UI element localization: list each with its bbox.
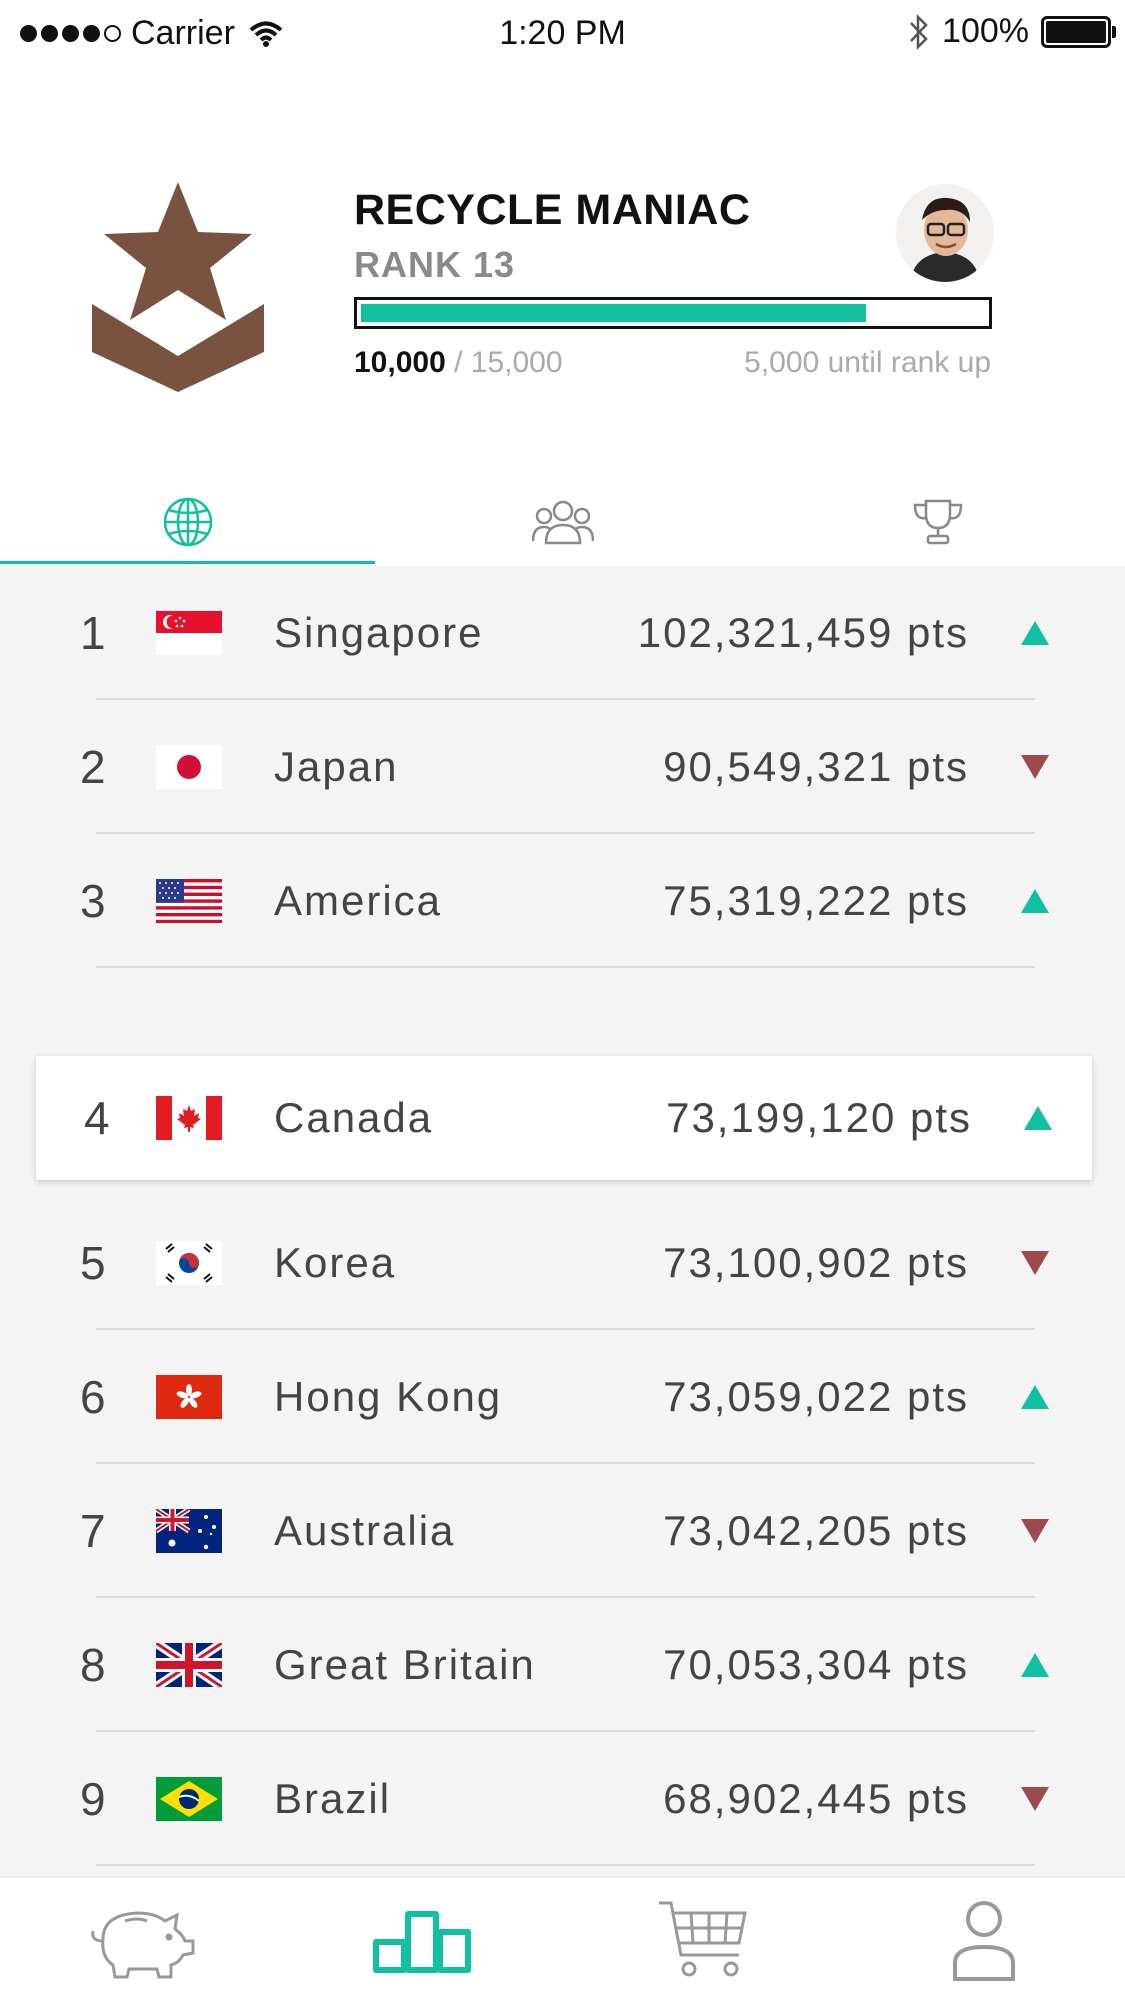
piggy-bank-icon xyxy=(90,1910,195,1978)
row-rank: 5 xyxy=(80,1237,106,1289)
battery-icon xyxy=(1041,15,1116,48)
trend-up-icon xyxy=(1021,621,1049,645)
tab-friends[interactable] xyxy=(375,480,750,564)
rank-title: RECYCLE MANIAC xyxy=(354,186,751,234)
row-score: 73,059,022 pts xyxy=(663,1373,969,1420)
korea-flag-icon xyxy=(156,1241,222,1285)
row-country: Brazil xyxy=(274,1775,392,1822)
nav-savings[interactable] xyxy=(0,1878,281,2003)
hong-kong-flag-icon xyxy=(156,1375,222,1419)
row-country: Japan xyxy=(274,743,399,790)
row-country: Australia xyxy=(274,1507,456,1554)
trend-down-icon xyxy=(1021,755,1049,779)
row-country: Canada xyxy=(274,1094,434,1141)
row-divider xyxy=(96,1864,1035,1866)
shopping-cart-icon xyxy=(659,1901,747,1976)
status-right: 100% xyxy=(908,12,1116,51)
row-rank: 2 xyxy=(80,741,106,793)
leaderboard-row-great-britain[interactable]: 8 Great Britain 70,053,304 pts xyxy=(0,1598,1125,1732)
leaderboard-list: 1 Singapore 102,321,459 pts 2 Japan 90,5… xyxy=(0,566,1125,1876)
points-total: / 15,000 xyxy=(454,346,563,379)
australia-flag-icon xyxy=(156,1509,222,1553)
row-rank: 4 xyxy=(84,1092,110,1144)
row-country: Singapore xyxy=(274,609,484,656)
tab-trophies[interactable] xyxy=(750,480,1125,564)
leaderboard-row-singapore[interactable]: 1 Singapore 102,321,459 pts xyxy=(0,566,1125,700)
leaderboard-row-canada-current[interactable]: 4 Canada 73,199,120 pts xyxy=(36,1056,1092,1180)
points-current: 10,000 xyxy=(354,346,446,379)
row-rank: 8 xyxy=(80,1639,106,1691)
row-rank: 7 xyxy=(80,1505,106,1557)
globe-icon xyxy=(163,497,212,547)
avatar[interactable] xyxy=(896,184,994,282)
leaderboard-row-brazil[interactable]: 9 Brazil 68,902,445 pts xyxy=(0,1732,1125,1866)
row-rank: 3 xyxy=(80,875,106,927)
leaderboard-row-hong-kong[interactable]: 6 Hong Kong 73,059,022 pts xyxy=(0,1330,1125,1464)
row-score: 102,321,459 pts xyxy=(637,609,969,656)
row-rank: 1 xyxy=(80,607,106,659)
canada-flag-icon xyxy=(156,1096,222,1140)
battery-percent: 100% xyxy=(942,12,1029,50)
singapore-flag-icon xyxy=(156,611,222,655)
row-country: Hong Kong xyxy=(274,1373,503,1420)
japan-flag-icon xyxy=(156,745,222,789)
row-score: 68,902,445 pts xyxy=(663,1775,969,1822)
usa-flag-icon xyxy=(156,879,222,923)
great-britain-flag-icon xyxy=(156,1643,222,1687)
trend-up-icon xyxy=(1021,889,1049,913)
row-country: Korea xyxy=(274,1239,397,1286)
row-score: 70,053,304 pts xyxy=(663,1641,969,1688)
row-score: 75,319,222 pts xyxy=(663,877,969,924)
trend-up-icon xyxy=(1021,1653,1049,1677)
leaderboard-tabs xyxy=(0,480,1125,564)
rank-badge-icon xyxy=(92,182,264,392)
bottom-nav xyxy=(0,1876,1125,2003)
until-rank-up: 5,000 until rank up xyxy=(744,346,991,379)
row-score: 73,100,902 pts xyxy=(663,1239,969,1286)
profile-icon xyxy=(953,1900,1016,1981)
user-avatar-icon xyxy=(896,184,994,282)
nav-shop[interactable] xyxy=(563,1878,844,2003)
leaderboard-icon xyxy=(372,1910,471,1973)
brazil-flag-icon xyxy=(156,1777,222,1821)
row-divider xyxy=(96,966,1035,968)
leaderboard-row-america[interactable]: 3 America 75,319,222 pts xyxy=(0,834,1125,968)
trend-down-icon xyxy=(1021,1787,1049,1811)
status-bar: Carrier 1:20 PM 100% xyxy=(0,0,1125,70)
rank-level: RANK 13 xyxy=(354,244,516,285)
nav-leaderboard[interactable] xyxy=(281,1878,562,2003)
bluetooth-icon xyxy=(910,13,928,50)
leaderboard-row-australia[interactable]: 7 Australia 73,042,205 pts xyxy=(0,1464,1125,1598)
leaderboard-row-japan[interactable]: 2 Japan 90,549,321 pts xyxy=(0,700,1125,834)
row-score: 73,042,205 pts xyxy=(663,1507,969,1554)
points-progress: 10,000 / 15,000 xyxy=(354,346,563,380)
rank-progress-bar xyxy=(354,297,992,329)
row-score: 73,199,120 pts xyxy=(666,1094,972,1141)
nav-profile[interactable] xyxy=(844,1878,1125,2003)
trend-up-icon xyxy=(1024,1106,1052,1130)
tab-global[interactable] xyxy=(0,480,375,564)
row-rank: 6 xyxy=(80,1371,106,1423)
row-country: America xyxy=(274,877,443,924)
trend-up-icon xyxy=(1021,1385,1049,1409)
row-score: 90,549,321 pts xyxy=(663,743,969,790)
rank-progress-fill xyxy=(361,304,867,322)
row-country: Great Britain xyxy=(274,1641,536,1688)
trend-down-icon xyxy=(1021,1519,1049,1543)
leaderboard-row-korea[interactable]: 5 Korea 73,100,902 pts xyxy=(0,1196,1125,1330)
row-rank: 9 xyxy=(80,1773,106,1825)
trend-down-icon xyxy=(1021,1251,1049,1275)
trophy-icon xyxy=(913,499,962,545)
friends-icon xyxy=(531,500,594,545)
